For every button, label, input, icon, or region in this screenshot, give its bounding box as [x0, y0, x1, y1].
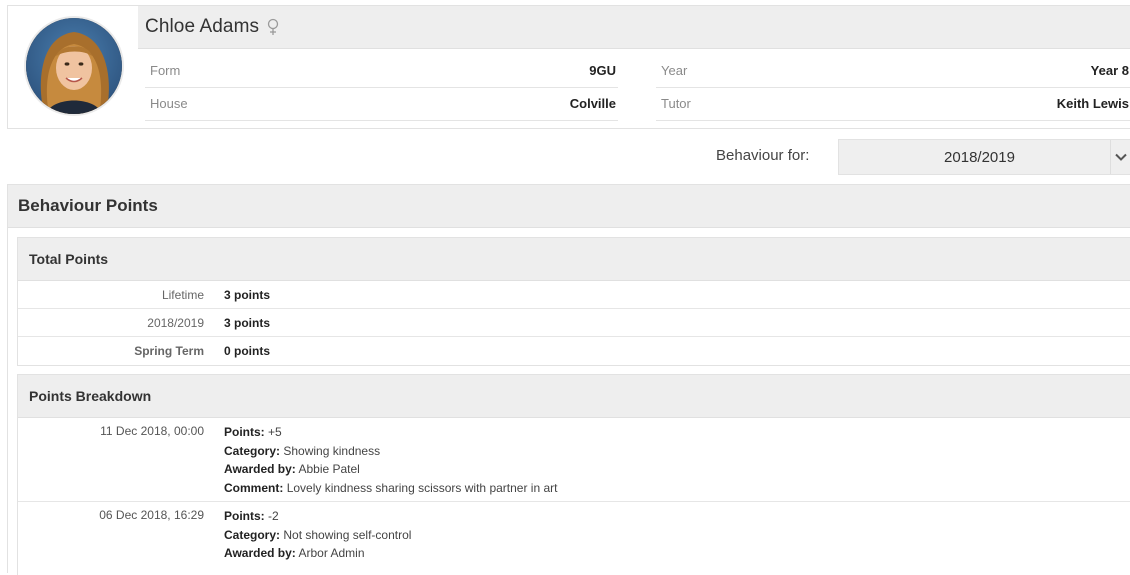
- points-row-value: 0 points: [224, 343, 271, 358]
- points-row-year: 2018/2019 3 points: [18, 309, 1130, 337]
- avatar: [24, 16, 124, 116]
- panel-title: Behaviour Points: [8, 185, 1130, 228]
- student-card: Chloe Adams Form 9GU Year Year 8 House C…: [7, 5, 1130, 129]
- entry-category: Category: Showing kindness: [224, 443, 381, 458]
- info-label: Tutor: [661, 96, 691, 111]
- entry-awarded-by: Awarded by: Arbor Admin: [224, 546, 365, 560]
- info-label: Form: [150, 63, 181, 78]
- info-row-form: Form 9GU: [145, 54, 618, 88]
- points-row-label: Lifetime: [161, 287, 204, 302]
- female-icon: [267, 18, 279, 36]
- info-value: Keith Lewis: [1056, 96, 1129, 111]
- total-points-section: Total Points Lifetime 3 points 2018/2019…: [17, 237, 1130, 366]
- academic-year-select[interactable]: 2018/2019: [838, 139, 1130, 175]
- entry-details: Points: +5 Category: Showing kindness Aw…: [224, 423, 557, 497]
- info-row-tutor: Tutor Keith Lewis: [656, 87, 1130, 121]
- entry-date: 11 Dec 2018, 00:00: [100, 424, 204, 438]
- entry-date: 06 Dec 2018, 16:29: [99, 508, 204, 522]
- points-row-term: Spring Term 0 points: [18, 337, 1130, 364]
- student-name: Chloe Adams: [145, 16, 260, 37]
- points-row-value: 3 points: [224, 287, 271, 302]
- entry-awarded-by: Awarded by: Abbie Patel: [224, 462, 360, 476]
- points-row-label: 2018/2019: [147, 315, 204, 330]
- info-label: Year: [661, 63, 688, 78]
- points-row-value: 3 points: [224, 315, 271, 330]
- total-points-title: Total Points: [18, 238, 1130, 281]
- info-value: Year 8: [1090, 63, 1129, 78]
- points-breakdown-title: Points Breakdown: [18, 375, 1130, 418]
- info-label: House: [150, 96, 188, 111]
- entry-category: Category: Not showing self-control: [224, 527, 412, 542]
- student-name-bar: Chloe Adams: [138, 6, 1130, 49]
- entry-details: Points: -2 Category: Not showing self-co…: [224, 507, 411, 563]
- info-row-house: House Colville: [145, 87, 618, 121]
- entry-points: Points: -2: [224, 509, 279, 523]
- breakdown-entry: 11 Dec 2018, 00:00 Points: +5 Category: …: [18, 418, 1130, 502]
- entry-comment: Comment: Lovely kindness sharing scissor…: [224, 480, 558, 495]
- behaviour-points-panel: Behaviour Points Total Points Lifetime 3…: [7, 184, 1130, 575]
- academic-year-value: 2018/2019: [944, 148, 1015, 166]
- info-value: 9GU: [589, 63, 616, 78]
- entry-points: Points: +5: [224, 425, 282, 439]
- behaviour-for-label: Behaviour for:: [716, 147, 810, 164]
- info-row-year: Year Year 8: [656, 54, 1130, 88]
- breakdown-entry: 06 Dec 2018, 16:29 Points: -2 Category: …: [18, 502, 1130, 567]
- points-breakdown-section: Points Breakdown 11 Dec 2018, 00:00 Poin…: [17, 374, 1130, 575]
- chevron-down-icon[interactable]: [1110, 140, 1130, 174]
- points-row-label: Spring Term: [134, 343, 204, 358]
- points-row-lifetime: Lifetime 3 points: [18, 281, 1130, 309]
- info-value: Colville: [569, 96, 616, 111]
